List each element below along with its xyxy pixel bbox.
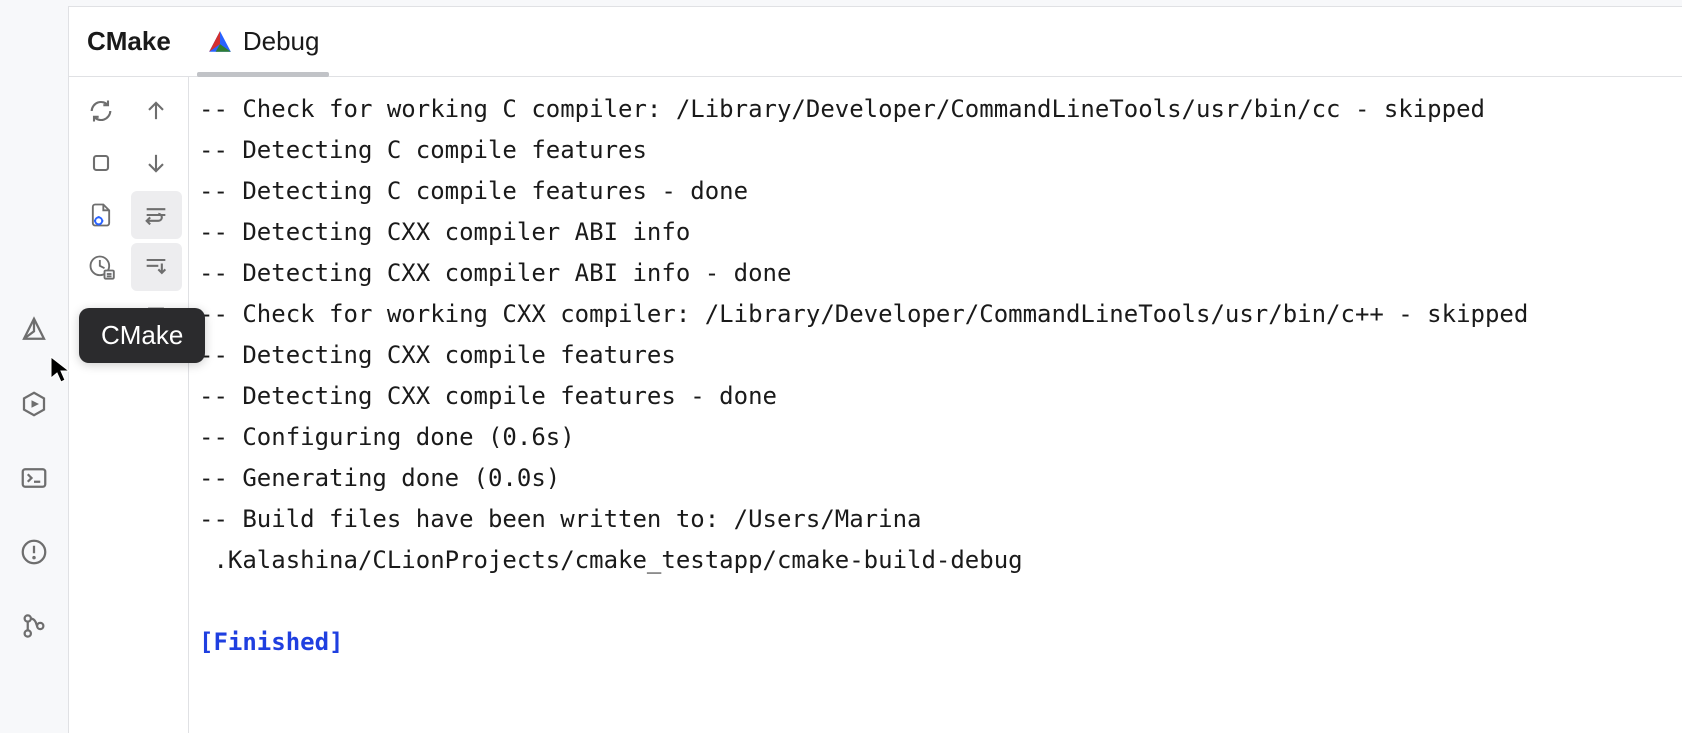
console-lines: -- Check for working C compiler: /Librar… [199, 95, 1528, 574]
tab-cmake[interactable]: CMake [87, 7, 171, 76]
tabbar: CMake Debug [69, 7, 1682, 77]
left-rail [0, 0, 68, 733]
soft-wrap-button[interactable] [131, 191, 183, 239]
problems-icon[interactable] [14, 532, 54, 572]
terminal-icon[interactable] [14, 458, 54, 498]
console-status: [Finished] [199, 628, 344, 656]
scroll-to-end-button[interactable] [131, 243, 183, 291]
stop-button[interactable] [75, 139, 127, 187]
print-button[interactable] [131, 295, 183, 343]
vcs-icon[interactable] [14, 606, 54, 646]
history-button[interactable] [75, 243, 127, 291]
down-arrow-button[interactable] [131, 139, 183, 187]
tab-cmake-label: CMake [87, 26, 171, 57]
tab-debug-label: Debug [243, 26, 320, 57]
settings-file-button[interactable] [75, 191, 127, 239]
services-icon[interactable] [14, 384, 54, 424]
tab-debug[interactable]: Debug [207, 7, 320, 76]
cmake-tool-icon[interactable] [14, 310, 54, 350]
reload-button[interactable] [75, 87, 127, 135]
up-arrow-button[interactable] [131, 87, 183, 135]
panel-body: -- Check for working C compiler: /Librar… [69, 77, 1682, 733]
cmake-logo-icon [207, 29, 233, 55]
console-output[interactable]: -- Check for working C compiler: /Librar… [189, 77, 1682, 733]
cmake-panel: CMake Debug [68, 6, 1682, 733]
console-toolbar [69, 77, 189, 733]
